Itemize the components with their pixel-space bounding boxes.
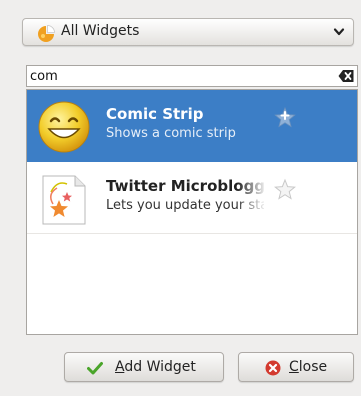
- widget-item-comic-strip[interactable]: Comic Strip Shows a comic strip: [27, 90, 357, 162]
- star-icon[interactable]: [273, 178, 297, 202]
- category-combobox[interactable]: All Widgets: [22, 18, 354, 46]
- clear-text-icon[interactable]: [338, 69, 354, 83]
- search-input[interactable]: [30, 67, 320, 85]
- star-add-icon[interactable]: [273, 106, 297, 130]
- microblog-icon: [42, 175, 86, 225]
- checkmark-icon: [87, 362, 103, 375]
- category-selected: All Widgets: [61, 23, 140, 39]
- close-button[interactable]: Close: [238, 352, 354, 382]
- add-widget-label: Add Widget: [115, 359, 196, 375]
- close-icon: [265, 360, 281, 376]
- smiley-icon: [38, 101, 90, 153]
- widget-list[interactable]: Comic Strip Shows a comic strip Twitter …: [26, 89, 358, 335]
- chevron-down-icon: [333, 28, 345, 36]
- search-field: [26, 65, 358, 87]
- close-label: Close: [289, 359, 328, 375]
- add-widget-button[interactable]: Add Widget: [64, 352, 224, 382]
- widgets-icon: [38, 25, 55, 42]
- widget-item-twitter-microblogging[interactable]: Twitter Microblogging Lets you update yo…: [27, 162, 357, 234]
